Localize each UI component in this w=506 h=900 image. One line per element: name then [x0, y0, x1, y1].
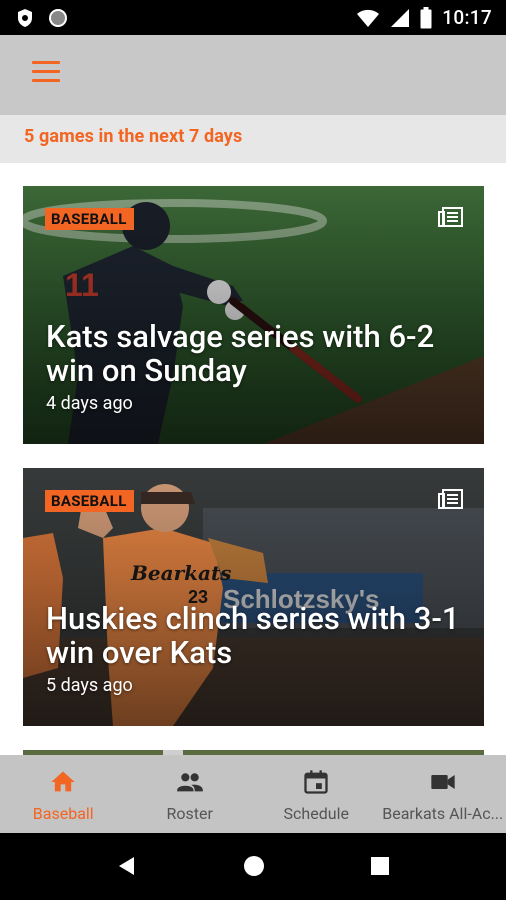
status-bar: 10:17: [0, 0, 506, 35]
nav-label: Bearkats All-Ac...: [382, 804, 504, 823]
status-time: 10:17: [442, 6, 492, 29]
calendar-icon: [304, 770, 328, 794]
nav-label: Baseball: [32, 804, 94, 823]
recents-icon[interactable]: [371, 857, 389, 875]
card-timestamp: 5 days ago: [46, 675, 133, 696]
games-banner[interactable]: 5 games in the next 7 days: [0, 115, 506, 163]
games-banner-text: 5 games in the next 7 days: [24, 126, 243, 147]
wifi-icon: [357, 9, 380, 27]
card-timestamp: 4 days ago: [46, 393, 133, 414]
news-feed[interactable]: 11 BASEBALL Kats salvage series with 6-2…: [0, 163, 506, 755]
nav-item-schedule[interactable]: Schedule: [253, 755, 380, 833]
nav-label: Schedule: [283, 804, 349, 823]
signal-icon: [391, 8, 410, 27]
article-icon: [438, 489, 463, 509]
shield-icon: [18, 9, 32, 27]
battery-icon: [420, 6, 432, 28]
article-icon: [438, 207, 463, 227]
news-card[interactable]: Schlotzsky's Bearkats 23 BASEBALL Huskie…: [23, 468, 484, 726]
people-icon: [176, 773, 203, 792]
hamburger-menu-icon[interactable]: [32, 61, 60, 85]
category-badge: BASEBALL: [45, 490, 134, 512]
nav-item-roster[interactable]: Roster: [127, 755, 254, 833]
card-title: Huskies clinch series with 3-1 win over …: [46, 600, 460, 671]
news-card[interactable]: 11 BASEBALL Kats salvage series with 6-2…: [23, 186, 484, 444]
video-camera-icon: [431, 775, 455, 789]
dot-icon: [49, 9, 67, 27]
bottom-nav: Baseball Roster Schedule Bearkats All-Ac…: [0, 755, 506, 833]
home-icon: [51, 771, 75, 792]
nav-label: Roster: [166, 804, 213, 823]
category-badge: BASEBALL: [45, 208, 134, 230]
nav-item-bearkats-all-access[interactable]: Bearkats All-Ac...: [380, 755, 506, 833]
card-title: Kats salvage series with 6-2 win on Sund…: [46, 318, 435, 389]
home-circle-icon[interactable]: [243, 855, 265, 877]
back-icon[interactable]: [117, 855, 137, 877]
nav-item-baseball[interactable]: Baseball: [0, 755, 127, 833]
system-nav-bar: [0, 833, 506, 900]
app-bar: [0, 35, 506, 115]
